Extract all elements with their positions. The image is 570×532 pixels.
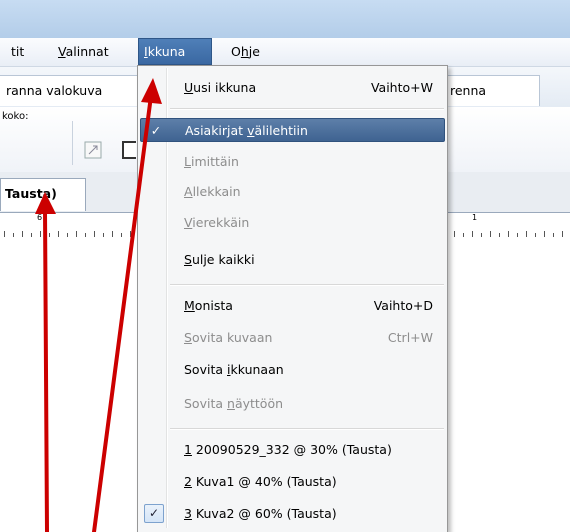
menu-item-documents-in-tabs[interactable]: ✓ Asiakirjat välilehtiin bbox=[140, 118, 445, 142]
document-tab[interactable]: Tausta) bbox=[0, 178, 86, 211]
shortcut-text: Ctrl+W bbox=[387, 330, 433, 345]
ruler-number: 6 bbox=[37, 213, 43, 222]
menu-divider bbox=[170, 284, 444, 286]
menu-item-duplicate[interactable]: Monista Vaihto+D bbox=[140, 294, 445, 318]
toolbar-tab-enhance[interactable]: renna bbox=[440, 75, 540, 106]
fit-window-icon[interactable] bbox=[84, 141, 102, 159]
menubar: tit Valinnat Ikkuna Ohje bbox=[0, 38, 570, 67]
ribbon-separator bbox=[72, 121, 73, 165]
window-icon[interactable] bbox=[122, 141, 136, 159]
checkmark-icon: ✓ bbox=[144, 504, 164, 523]
menu-item-fit-image[interactable]: Sovita kuvaan Ctrl+W bbox=[140, 326, 445, 350]
menu-divider bbox=[170, 428, 444, 430]
toolbar-tab-enhance-photo[interactable]: ranna valokuva bbox=[0, 75, 145, 106]
menu-item-fit-screen[interactable]: Sovita näyttöön bbox=[140, 392, 445, 416]
ruler-number: 1 bbox=[472, 213, 478, 222]
menu-item-close-all[interactable]: Sulje kaikki bbox=[140, 248, 445, 272]
menu-divider bbox=[170, 108, 444, 110]
menu-item-ohje[interactable]: Ohje bbox=[226, 38, 265, 66]
menu-item-tile-horizontal[interactable]: Allekkain bbox=[140, 180, 445, 204]
menu-item-recent-document-2[interactable]: 2 Kuva1 @ 40% (Tausta) bbox=[140, 470, 445, 494]
menu-item-new-window[interactable]: Uusi ikkuna Vaihto+W bbox=[140, 76, 445, 100]
shortcut-text: Vaihto+W bbox=[370, 80, 433, 95]
size-label: koko: bbox=[2, 111, 29, 122]
checkmark-icon: ✓ bbox=[150, 123, 162, 138]
menu-item-cascade[interactable]: Limittäin bbox=[140, 150, 445, 174]
menu-item-recent-document-3[interactable]: ✓ 3 Kuva2 @ 60% (Tausta) bbox=[140, 502, 445, 526]
menu-item-ikkuna[interactable]: Ikkuna bbox=[138, 38, 212, 65]
menu-item-valinnat[interactable]: Valinnat bbox=[53, 38, 114, 66]
window-menu-dropdown: Uusi ikkuna Vaihto+W ✓ Asiakirjat välile… bbox=[137, 65, 448, 532]
shortcut-text: Vaihto+D bbox=[373, 298, 433, 313]
window-titlebar bbox=[0, 0, 570, 38]
menu-item-partial[interactable]: tit bbox=[6, 38, 29, 66]
menu-item-fit-window[interactable]: Sovita ikkunaan bbox=[140, 358, 445, 382]
menu-item-tile-vertical[interactable]: Vierekkäin bbox=[140, 211, 445, 235]
menu-item-recent-document-1[interactable]: 1 20090529_332 @ 30% (Tausta) bbox=[140, 438, 445, 462]
